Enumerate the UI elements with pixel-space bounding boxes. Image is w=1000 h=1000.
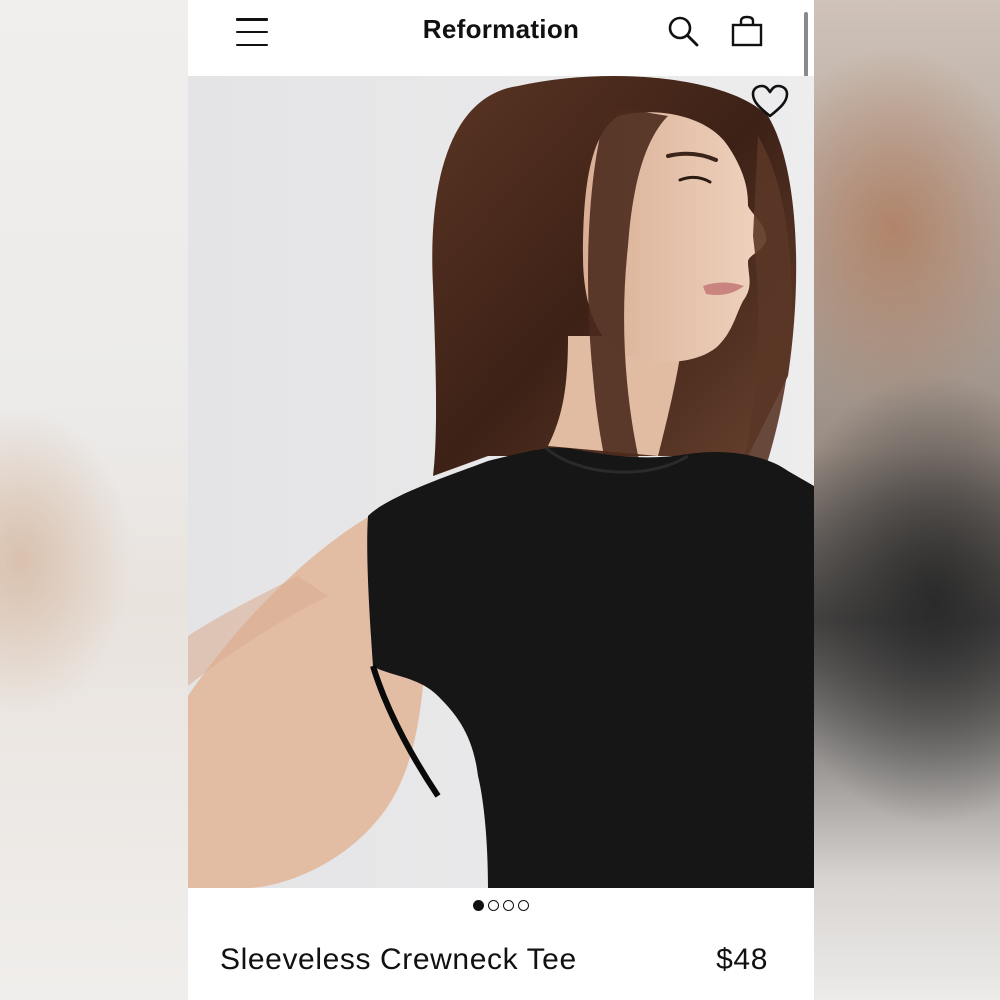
product-name: Sleeveless Crewneck Tee (220, 943, 577, 976)
product-price: $48 (716, 943, 768, 976)
blurred-background-right (814, 0, 1000, 1000)
search-icon[interactable] (666, 14, 700, 48)
product-photo (188, 76, 814, 888)
shopping-bag-icon[interactable] (730, 14, 764, 48)
heart-icon[interactable] (750, 84, 790, 120)
carousel-dot-4[interactable] (518, 900, 529, 911)
product-image[interactable] (188, 76, 814, 888)
carousel-dot-3[interactable] (503, 900, 514, 911)
blurred-background-left (0, 0, 188, 1000)
image-carousel-indicator (188, 900, 814, 916)
carousel-dot-2[interactable] (488, 900, 499, 911)
brand-logo[interactable]: Reformation (188, 14, 814, 45)
carousel-dot-1[interactable] (473, 900, 484, 911)
screenshot-stage: Reformation Sleeveless Crewneck Tee $48 (0, 0, 1000, 1000)
site-header: Reformation (188, 0, 814, 432)
mobile-page: Reformation Sleeveless Crewneck Tee $48 (188, 0, 814, 1000)
